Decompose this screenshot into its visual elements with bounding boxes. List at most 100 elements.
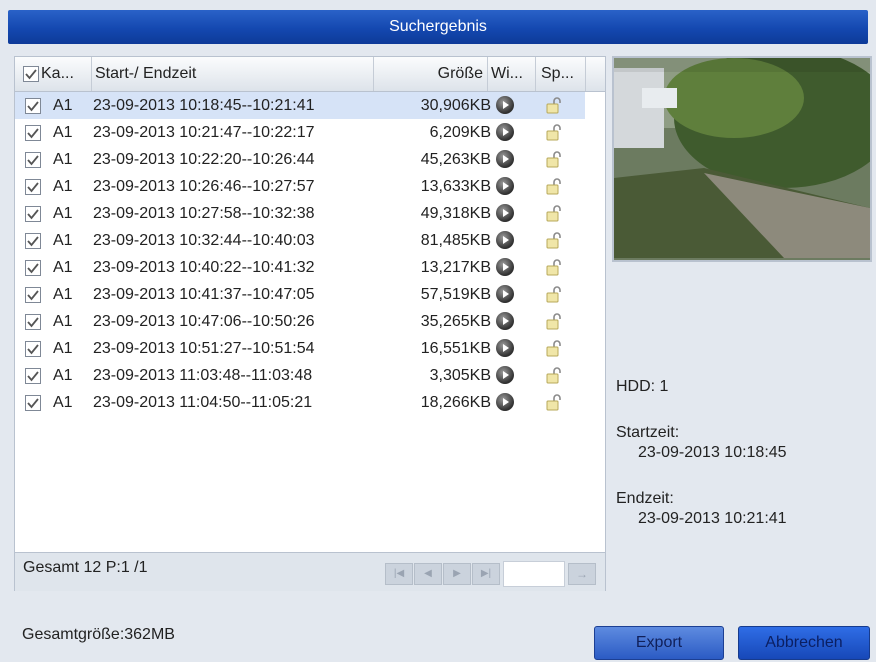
table-row[interactable]: A1 23-09-2013 10:27:58--10:32:38 49,318KB — [15, 200, 585, 227]
row-camera: A1 — [53, 286, 73, 303]
row-size: 49,318KB — [420, 205, 491, 222]
play-icon[interactable] — [496, 366, 514, 384]
row-time: 23-09-2013 11:04:50--11:05:21 — [93, 394, 313, 411]
play-icon[interactable] — [496, 123, 514, 141]
header-size-label: Größe — [437, 65, 483, 82]
row-camera: A1 — [53, 340, 73, 357]
total-count: Gesamt 12 P:1 /1 — [23, 559, 148, 576]
header-play[interactable]: Wi... — [487, 57, 536, 91]
play-icon[interactable] — [496, 312, 514, 330]
header-camera-label: Ka... — [41, 65, 74, 82]
table-row[interactable]: A1 23-09-2013 10:51:27--10:51:54 16,551KB — [15, 335, 585, 362]
row-size: 35,265KB — [420, 313, 491, 330]
header-time[interactable]: Start-/ Endzeit — [91, 57, 374, 91]
header-camera[interactable]: Ka... — [15, 57, 92, 91]
play-icon[interactable] — [496, 177, 514, 195]
table-row[interactable]: A1 23-09-2013 10:22:20--10:26:44 45,263KB — [15, 146, 585, 173]
play-icon[interactable] — [496, 285, 514, 303]
prev-page-button[interactable]: ◀ — [414, 563, 442, 585]
row-time: 23-09-2013 10:21:47--10:22:17 — [93, 124, 315, 141]
row-checkbox[interactable] — [25, 287, 41, 303]
play-icon[interactable] — [496, 231, 514, 249]
export-button[interactable]: Export — [594, 626, 724, 660]
row-camera: A1 — [53, 394, 73, 411]
row-checkbox[interactable] — [25, 98, 41, 114]
page-number-input[interactable] — [503, 561, 565, 587]
select-all-checkbox[interactable] — [23, 66, 39, 82]
row-size: 16,551KB — [420, 340, 491, 357]
row-size: 30,906KB — [420, 97, 491, 114]
row-camera: A1 — [53, 232, 73, 249]
row-checkbox[interactable] — [25, 152, 41, 168]
row-checkbox[interactable] — [25, 179, 41, 195]
row-camera: A1 — [53, 151, 73, 168]
row-size: 6,209KB — [429, 124, 491, 141]
header-lock-label: Sp... — [541, 65, 574, 82]
row-camera: A1 — [53, 178, 73, 195]
end-value: 23-09-2013 10:21:41 — [638, 510, 787, 527]
row-time: 23-09-2013 10:27:58--10:32:38 — [93, 205, 315, 222]
row-camera: A1 — [53, 124, 73, 141]
row-time: 23-09-2013 11:03:48--11:03:48 — [93, 367, 313, 384]
play-icon[interactable] — [496, 96, 514, 114]
row-checkbox[interactable] — [25, 260, 41, 276]
row-checkbox[interactable] — [25, 368, 41, 384]
table-row[interactable]: A1 23-09-2013 11:03:48--11:03:48 3,305KB — [15, 362, 585, 389]
row-size: 45,263KB — [420, 151, 491, 168]
row-size: 13,633KB — [420, 178, 491, 195]
cancel-button[interactable]: Abbrechen — [738, 626, 870, 660]
row-time: 23-09-2013 10:22:20--10:26:44 — [93, 151, 315, 168]
row-checkbox[interactable] — [25, 125, 41, 141]
row-time: 23-09-2013 10:18:45--10:21:41 — [93, 97, 315, 114]
play-icon[interactable] — [496, 204, 514, 222]
row-checkbox[interactable] — [25, 341, 41, 357]
window-title: Suchergebnis — [8, 10, 868, 44]
row-camera: A1 — [53, 97, 73, 114]
row-size: 13,217KB — [420, 259, 491, 276]
table-row[interactable]: A1 23-09-2013 10:32:44--10:40:03 81,485KB — [15, 227, 585, 254]
next-page-button[interactable]: ▶ — [443, 563, 471, 585]
play-icon[interactable] — [496, 339, 514, 357]
results-panel: Ka... Start-/ Endzeit Größe Wi... Sp... … — [14, 56, 606, 591]
start-value: 23-09-2013 10:18:45 — [638, 444, 787, 461]
table-row[interactable]: A1 23-09-2013 10:40:22--10:41:32 13,217KB — [15, 254, 585, 281]
row-checkbox[interactable] — [25, 314, 41, 330]
last-page-button[interactable]: ▶| — [472, 563, 500, 585]
row-checkbox[interactable] — [25, 233, 41, 249]
row-time: 23-09-2013 10:26:46--10:27:57 — [93, 178, 315, 195]
go-page-button[interactable]: → — [568, 563, 596, 585]
header-time-label: Start-/ Endzeit — [95, 65, 197, 82]
hdd-info: HDD: 1 — [616, 378, 669, 395]
row-size: 57,519KB — [420, 286, 491, 303]
table-footer: Gesamt 12 P:1 /1 |◀ ◀ ▶ ▶| → — [15, 552, 605, 591]
row-camera: A1 — [53, 259, 73, 276]
end-label: Endzeit: — [616, 490, 674, 507]
row-time: 23-09-2013 10:40:22--10:41:32 — [93, 259, 315, 276]
row-size: 18,266KB — [420, 394, 491, 411]
table-row[interactable]: A1 23-09-2013 10:47:06--10:50:26 35,265KB — [15, 308, 585, 335]
table-row[interactable]: A1 23-09-2013 10:21:47--10:22:17 6,209KB — [15, 119, 585, 146]
row-checkbox[interactable] — [25, 395, 41, 411]
row-time: 23-09-2013 10:47:06--10:50:26 — [93, 313, 315, 330]
first-page-button[interactable]: |◀ — [385, 563, 413, 585]
row-camera: A1 — [53, 367, 73, 384]
table-row[interactable]: A1 23-09-2013 10:18:45--10:21:41 30,906KB — [15, 92, 585, 119]
header-size[interactable]: Größe — [373, 57, 488, 91]
row-checkbox[interactable] — [25, 206, 41, 222]
play-icon[interactable] — [496, 258, 514, 276]
header-lock[interactable]: Sp... — [535, 57, 586, 91]
row-size: 81,485KB — [420, 232, 491, 249]
row-time: 23-09-2013 10:41:37--10:47:05 — [93, 286, 315, 303]
row-time: 23-09-2013 10:32:44--10:40:03 — [93, 232, 315, 249]
total-size: Gesamtgröße:362MB — [22, 626, 175, 643]
header-play-label: Wi... — [491, 65, 523, 82]
row-camera: A1 — [53, 313, 73, 330]
table-row[interactable]: A1 23-09-2013 11:04:50--11:05:21 18,266KB — [15, 389, 585, 416]
table-row[interactable]: A1 23-09-2013 10:26:46--10:27:57 13,633KB — [15, 173, 585, 200]
row-camera: A1 — [53, 205, 73, 222]
unlock-icon[interactable] — [545, 393, 563, 420]
table-row[interactable]: A1 23-09-2013 10:41:37--10:47:05 57,519KB — [15, 281, 585, 308]
play-icon[interactable] — [496, 150, 514, 168]
video-preview — [612, 56, 872, 262]
play-icon[interactable] — [496, 393, 514, 411]
